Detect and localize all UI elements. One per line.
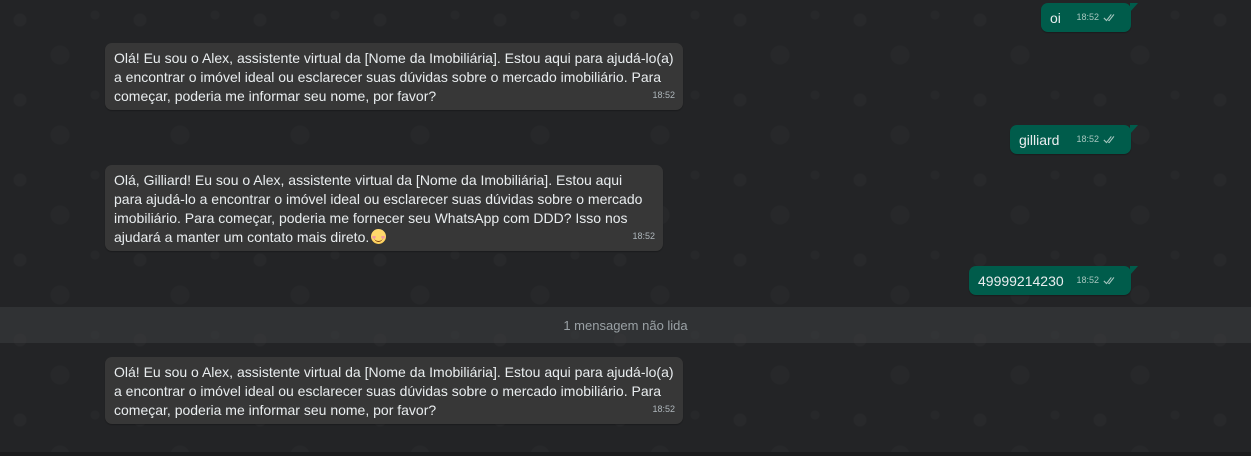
- message-time: 18:52: [652, 90, 675, 100]
- message-text: Olá! Eu sou o Alex, assistente virtual d…: [114, 50, 674, 104]
- bubble-tail: [1130, 3, 1138, 12]
- message-bubble-incoming[interactable]: Olá! Eu sou o Alex, assistente virtual d…: [105, 357, 683, 424]
- unread-divider-label: 1 mensagem não lida: [563, 317, 688, 333]
- message-time: 18:52: [1076, 134, 1099, 144]
- smiling-face-icon: [371, 229, 387, 244]
- double-check-icon: [1103, 136, 1115, 144]
- double-check-icon: [1103, 14, 1115, 22]
- message-time: 18:52: [1076, 275, 1099, 285]
- message-bubble-incoming[interactable]: Olá! Eu sou o Alex, assistente virtual d…: [105, 43, 683, 110]
- double-check-icon: [1103, 277, 1115, 285]
- bubble-tail: [1130, 266, 1138, 275]
- message-text: Olá! Eu sou o Alex, assistente virtual d…: [114, 364, 674, 418]
- composer-edge: [0, 452, 1251, 456]
- message-meta: 18:52: [632, 227, 655, 246]
- message-meta: 18:52: [652, 400, 675, 419]
- chat-panel: oi 18:52 Olá! Eu sou o Alex, assistente …: [0, 0, 1251, 456]
- message-meta: 18:52: [1076, 271, 1117, 290]
- unread-messages-divider: 1 mensagem não lida: [0, 307, 1251, 343]
- message-bubble-outgoing[interactable]: gilliard 18:52: [1010, 125, 1138, 154]
- message-bubble-outgoing[interactable]: 49999214230 18:52: [969, 266, 1138, 295]
- message-text: Olá, Gilliard! Eu sou o Alex, assistente…: [114, 171, 654, 247]
- message-bubble-incoming[interactable]: Olá, Gilliard! Eu sou o Alex, assistente…: [105, 165, 663, 251]
- message-meta: 18:52: [1076, 130, 1117, 149]
- message-time: 18:52: [1076, 12, 1099, 22]
- message-meta: 18:52: [652, 86, 675, 105]
- bubble-tail: [1130, 125, 1138, 134]
- message-time: 18:52: [652, 404, 675, 414]
- message-meta: 18:52: [1076, 8, 1117, 27]
- message-bubble-outgoing[interactable]: oi 18:52: [1041, 3, 1138, 32]
- message-time: 18:52: [632, 231, 655, 241]
